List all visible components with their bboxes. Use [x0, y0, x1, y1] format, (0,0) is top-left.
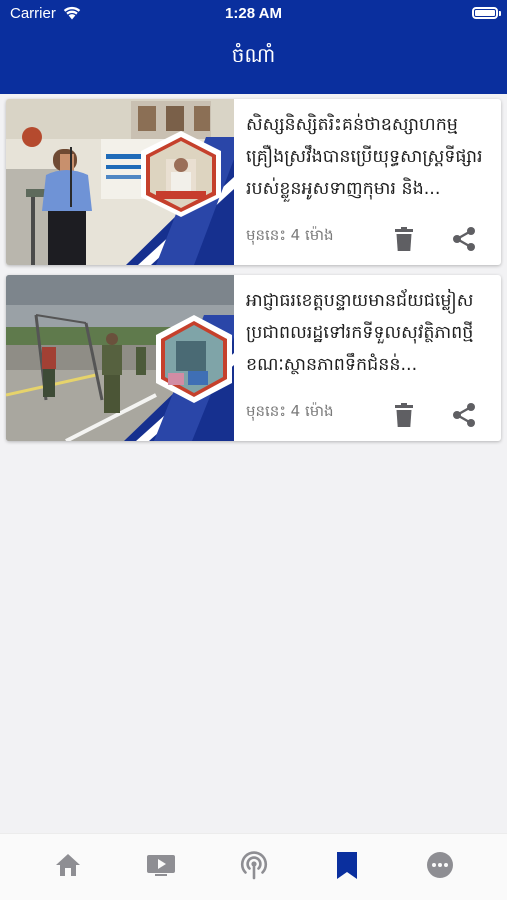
news-photo-road-thumbnail [6, 275, 234, 441]
page-title: ចំណាំ [231, 43, 276, 67]
app-header: Carrier 1:28 AM ចំណាំ [0, 0, 507, 94]
tab-bar [0, 833, 507, 900]
article-card[interactable]: អាជ្ញាធរខេត្តបន្ទាយមានជ័យជម្លៀសប្រជាពលរដ… [6, 275, 501, 441]
battery-tip [499, 11, 501, 16]
radio-broadcast-icon [240, 851, 268, 880]
tab-home[interactable] [53, 850, 83, 880]
news-photo-speaker-thumbnail [6, 99, 234, 265]
trash-icon[interactable] [394, 227, 414, 251]
tab-radio[interactable] [239, 850, 269, 880]
article-time: មុននេះ 4 ម៉ោង [246, 226, 334, 244]
clock: 1:28 AM [225, 5, 282, 22]
home-icon [56, 854, 80, 876]
bookmark-icon [337, 852, 357, 879]
tab-more[interactable] [425, 850, 455, 880]
share-icon[interactable] [451, 226, 477, 252]
tab-video[interactable] [146, 850, 176, 880]
article-title[interactable]: សិស្សនិស្សិតរិះគន់ថាឧស្សាហកម្មគ្រឿងស្រវឹ… [246, 109, 491, 205]
article-time: មុននេះ 4 ម៉ោង [246, 402, 334, 420]
video-icon [147, 855, 175, 876]
trash-icon[interactable] [394, 403, 414, 427]
battery-icon [472, 7, 498, 19]
share-icon[interactable] [451, 402, 477, 428]
article-card[interactable]: សិស្សនិស្សិតរិះគន់ថាឧស្សាហកម្មគ្រឿងស្រវឹ… [6, 99, 501, 265]
status-bar: Carrier 1:28 AM [0, 0, 507, 28]
tab-bookmark[interactable] [332, 850, 362, 880]
article-title[interactable]: អាជ្ញាធរខេត្តបន្ទាយមានជ័យជម្លៀសប្រជាពលរដ… [246, 285, 491, 381]
more-icon [427, 852, 453, 878]
